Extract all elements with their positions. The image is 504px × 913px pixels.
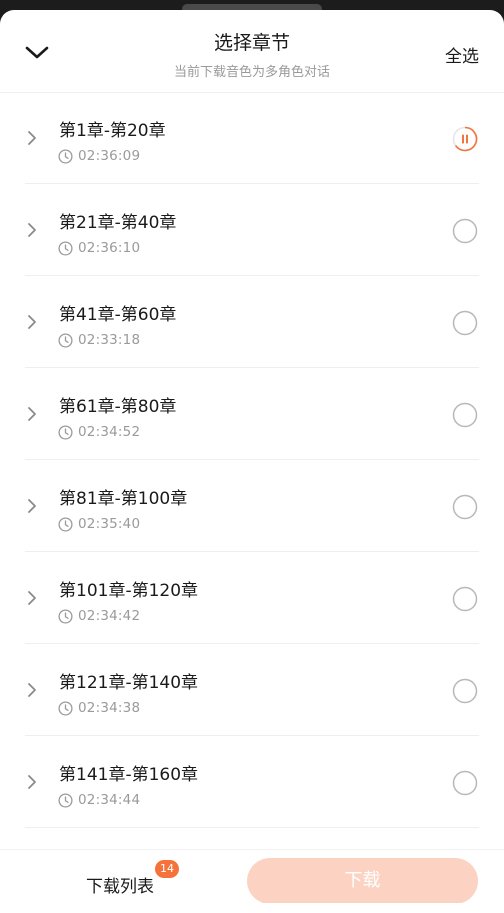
chapter-range-label: 第121章-第140章 bbox=[59, 673, 199, 693]
select-all-button[interactable]: 全选 bbox=[445, 42, 479, 67]
chapter-range-label: 第61章-第80章 bbox=[59, 397, 177, 417]
clock-icon bbox=[58, 333, 73, 348]
chapter-row[interactable]: 第141章-第160章 02:34:44 bbox=[0, 736, 504, 828]
paused-download-icon[interactable] bbox=[452, 126, 478, 152]
chevron-right-icon[interactable] bbox=[25, 590, 39, 606]
chapter-select-sheet: 选择章节 当前下载音色为多角色对话 全选 第1章-第20章 02:36:09 第21… bbox=[0, 10, 504, 913]
download-list-button[interactable]: 下载列表 bbox=[86, 872, 154, 897]
chapter-list: 第1章-第20章 02:36:09 第21章-第40章 02:36:10 第41章-第6… bbox=[0, 92, 504, 849]
row-divider bbox=[25, 827, 479, 828]
chevron-right-icon[interactable] bbox=[25, 498, 39, 514]
select-radio-icon[interactable] bbox=[452, 494, 478, 520]
chapter-range-label: 第81章-第100章 bbox=[59, 489, 188, 509]
chapter-row[interactable]: 第41章-第60章 02:33:18 bbox=[0, 276, 504, 368]
select-radio-icon[interactable] bbox=[452, 218, 478, 244]
chapter-row[interactable]: 第101章-第120章 02:34:42 bbox=[0, 552, 504, 644]
select-radio-icon[interactable] bbox=[452, 770, 478, 796]
sheet-title: 选择章节 bbox=[213, 32, 290, 54]
clock-icon bbox=[58, 609, 73, 624]
clock-icon bbox=[58, 241, 73, 256]
chapter-duration: 02:36:10 bbox=[78, 240, 141, 256]
clock-icon bbox=[58, 793, 73, 808]
download-button[interactable]: 下载 bbox=[247, 858, 478, 904]
chapter-duration: 02:34:52 bbox=[78, 424, 141, 440]
chapter-row[interactable]: 第1章-第20章 02:36:09 bbox=[0, 92, 504, 184]
chevron-right-icon[interactable] bbox=[25, 682, 39, 698]
chapter-duration: 02:33:18 bbox=[78, 332, 141, 348]
select-radio-icon[interactable] bbox=[452, 678, 478, 704]
select-radio-icon[interactable] bbox=[452, 586, 478, 612]
chevron-right-icon[interactable] bbox=[25, 130, 39, 146]
clock-icon bbox=[58, 517, 73, 532]
chapter-row[interactable]: 第81章-第100章 02:35:40 bbox=[0, 460, 504, 552]
select-radio-icon[interactable] bbox=[452, 402, 478, 428]
chapter-duration: 02:34:42 bbox=[78, 608, 141, 624]
chapter-duration: 02:34:44 bbox=[78, 792, 141, 808]
chapter-duration: 02:35:40 bbox=[78, 516, 141, 532]
sheet-subtitle: 当前下载音色为多角色对话 bbox=[173, 65, 330, 80]
chapter-row[interactable]: 第21章-第40章 02:36:10 bbox=[0, 184, 504, 276]
chapter-range-label: 第141章-第160章 bbox=[59, 765, 199, 785]
home-indicator-area bbox=[0, 903, 504, 913]
chevron-right-icon[interactable] bbox=[25, 774, 39, 790]
chapter-row[interactable]: 第61章-第80章 02:34:52 bbox=[0, 368, 504, 460]
select-radio-icon[interactable] bbox=[452, 310, 478, 336]
chapter-range-label: 第21章-第40章 bbox=[59, 213, 177, 233]
sheet-header: 选择章节 当前下载音色为多角色对话 全选 bbox=[0, 10, 504, 93]
chapter-range-label: 第41章-第60章 bbox=[59, 305, 177, 325]
chapter-row[interactable]: 第121章-第140章 02:34:38 bbox=[0, 644, 504, 736]
chevron-right-icon[interactable] bbox=[25, 406, 39, 422]
download-count-badge: 14 bbox=[155, 860, 179, 878]
clock-icon bbox=[58, 149, 73, 164]
chevron-right-icon[interactable] bbox=[25, 222, 39, 238]
chapter-range-label: 第1章-第20章 bbox=[59, 121, 166, 141]
chevron-right-icon[interactable] bbox=[25, 314, 39, 330]
chapter-range-label: 第101章-第120章 bbox=[59, 581, 199, 601]
chapter-duration: 02:36:09 bbox=[78, 148, 141, 164]
clock-icon bbox=[58, 425, 73, 440]
chapter-duration: 02:34:38 bbox=[78, 700, 141, 716]
clock-icon bbox=[58, 701, 73, 716]
